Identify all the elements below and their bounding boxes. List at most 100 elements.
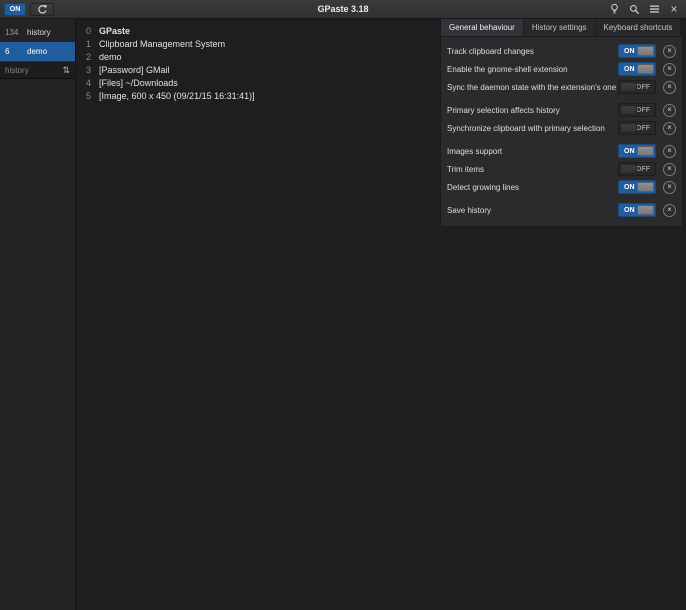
setting-label: Trim items: [447, 165, 618, 174]
reset-to-default-button[interactable]: ×: [663, 181, 676, 194]
item-index: 3: [86, 65, 94, 75]
toggle-switch[interactable]: OFF: [618, 162, 656, 176]
setting-row: Trim items OFF ×: [441, 160, 682, 178]
item-index: 2: [86, 52, 94, 62]
switch-handle: [637, 146, 654, 156]
refresh-icon: [37, 4, 48, 15]
item-index: 1: [86, 39, 94, 49]
toggle-switch[interactable]: ON: [618, 144, 656, 158]
setting-row: Track clipboard changes ON ×: [441, 42, 682, 60]
item-index: 4: [86, 78, 94, 88]
switch-handle: [620, 105, 637, 115]
close-icon: ×: [670, 2, 677, 16]
switch-state-label: ON: [624, 145, 635, 157]
switch-state-label: ON: [624, 63, 635, 75]
reset-to-default-button[interactable]: ×: [663, 104, 676, 117]
setting-row: Enable the gnome-shell extension ON ×: [441, 60, 682, 78]
tab-general-behaviour[interactable]: General behaviour: [441, 19, 524, 36]
settings-panel: General behaviour History settings Keybo…: [440, 19, 683, 227]
switch-state-label: OFF: [636, 122, 650, 134]
setting-row: Images support ON ×: [441, 142, 682, 160]
switch-handle: [637, 182, 654, 192]
setting-label: Enable the gnome-shell extension: [447, 65, 618, 74]
switch-handle: [620, 82, 637, 92]
switch-handle: [637, 205, 654, 215]
setting-label: Save history: [447, 206, 618, 215]
history-item-name: history: [27, 28, 51, 37]
settings-rows: Track clipboard changes ON × Enable the …: [441, 37, 682, 226]
history-item-count: 6: [0, 47, 27, 56]
toggle-switch[interactable]: ON: [618, 62, 656, 76]
switch-state-label: ON: [624, 45, 635, 57]
item-index: 5: [86, 91, 94, 101]
header-left-controls: ON: [4, 3, 54, 16]
toggle-switch[interactable]: OFF: [618, 103, 656, 117]
reset-to-default-button[interactable]: ×: [663, 45, 676, 58]
setting-label: Track clipboard changes: [447, 47, 618, 56]
item-text: [Password] GMail: [99, 65, 170, 75]
setting-row: Synchronize clipboard with primary selec…: [441, 119, 682, 137]
setting-row: Detect growing lines ON ×: [441, 178, 682, 196]
toggle-switch[interactable]: OFF: [618, 80, 656, 94]
refresh-button[interactable]: [30, 3, 54, 16]
switch-handle: [637, 46, 654, 56]
history-list-item-selected[interactable]: 6 demo: [0, 42, 75, 61]
tab-history-settings[interactable]: History settings: [524, 19, 596, 36]
setting-row: Save history ON ×: [441, 201, 682, 219]
toggle-switch[interactable]: ON: [618, 44, 656, 58]
setting-label: Images support: [447, 147, 618, 156]
setting-row: Primary selection affects history OFF ×: [441, 101, 682, 119]
close-button[interactable]: ×: [666, 2, 682, 17]
menu-icon: [649, 4, 660, 14]
toggle-switch[interactable]: OFF: [618, 121, 656, 135]
item-text: demo: [99, 52, 122, 62]
histories-sidebar: 134 history 6 demo history ⇅: [0, 19, 76, 610]
setting-label: Primary selection affects history: [447, 106, 618, 115]
settings-group: Primary selection affects history OFF × …: [441, 101, 682, 137]
switch-state-label: OFF: [636, 81, 650, 93]
setting-row: Sync the daemon state with the extension…: [441, 78, 682, 96]
reset-to-default-button[interactable]: ×: [663, 122, 676, 135]
reset-to-default-button[interactable]: ×: [663, 145, 676, 158]
item-text: [Files] ~/Downloads: [99, 78, 178, 88]
switch-history-icon: ⇅: [62, 65, 70, 76]
item-text: GPaste: [99, 26, 130, 36]
setting-label: Detect growing lines: [447, 183, 618, 192]
new-history-input[interactable]: history ⇅: [0, 61, 75, 79]
header-bar: ON GPaste 3.18: [0, 0, 686, 19]
history-list-item[interactable]: 134 history: [0, 23, 75, 42]
switch-handle: [620, 164, 637, 174]
switch-state-label: ON: [624, 181, 635, 193]
header-right-controls: ×: [606, 2, 682, 17]
toggle-switch[interactable]: ON: [618, 203, 656, 217]
item-index: 0: [86, 26, 94, 36]
tab-keyboard-shortcuts[interactable]: Keyboard shortcuts: [596, 19, 682, 36]
settings-group: Save history ON ×: [441, 201, 682, 219]
item-text: Clipboard Management System: [99, 39, 225, 49]
settings-group: Track clipboard changes ON × Enable the …: [441, 42, 682, 96]
switch-handle: [620, 123, 637, 133]
switch-state-label: OFF: [636, 104, 650, 116]
switch-state-label: ON: [624, 204, 635, 216]
history-item-name: demo: [27, 47, 47, 56]
history-item-count: 134: [0, 28, 27, 37]
settings-tab-bar: General behaviour History settings Keybo…: [441, 19, 682, 37]
reset-to-default-button[interactable]: ×: [663, 63, 676, 76]
extension-button[interactable]: [606, 2, 623, 16]
reset-to-default-button[interactable]: ×: [663, 204, 676, 217]
item-text: [Image, 600 x 450 (09/21/15 16:31:41)]: [99, 91, 255, 101]
search-icon: [629, 4, 640, 15]
switch-state-label: OFF: [636, 163, 650, 175]
lightbulb-icon: [609, 3, 620, 15]
reset-to-default-button[interactable]: ×: [663, 81, 676, 94]
menu-button[interactable]: [646, 2, 663, 16]
settings-group: Images support ON × Trim items OFF × Det…: [441, 142, 682, 196]
setting-label: Synchronize clipboard with primary selec…: [447, 124, 618, 133]
switch-handle: [637, 64, 654, 74]
setting-label: Sync the daemon state with the extension…: [447, 83, 618, 92]
search-button[interactable]: [626, 2, 643, 16]
tracking-toggle-button[interactable]: ON: [4, 3, 26, 16]
reset-to-default-button[interactable]: ×: [663, 163, 676, 176]
new-history-placeholder: history: [5, 66, 62, 75]
toggle-switch[interactable]: ON: [618, 180, 656, 194]
